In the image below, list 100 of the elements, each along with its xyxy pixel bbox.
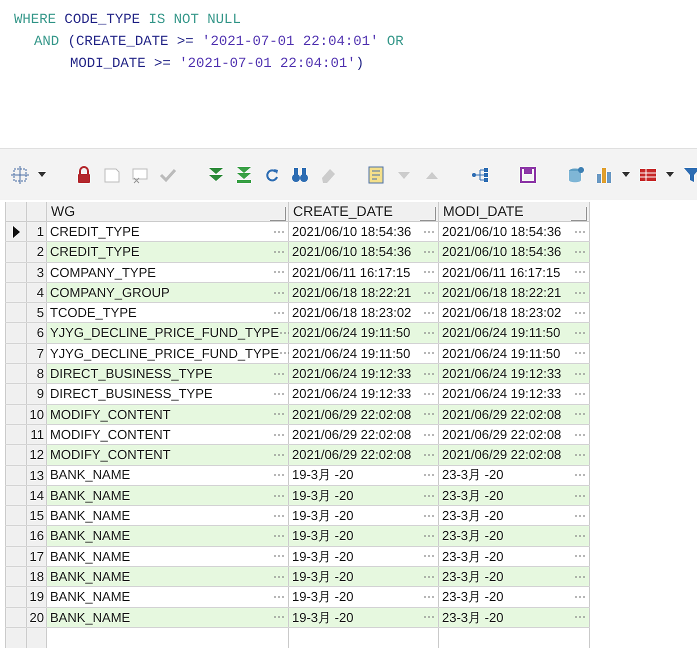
ellipsis-icon[interactable] <box>273 230 285 234</box>
ellipsis-icon[interactable] <box>423 494 435 498</box>
last-record-icon[interactable] <box>234 164 254 184</box>
caret-icon[interactable] <box>666 172 674 177</box>
table-cell-text: 2021/06/24 19:11:50 <box>442 324 560 342</box>
ellipsis-icon[interactable] <box>423 392 435 396</box>
ellipsis-icon[interactable] <box>423 310 435 315</box>
sql-line: WHERE CODE_TYPE IS NOT NULL <box>13 11 241 30</box>
ellipsis-icon[interactable] <box>574 615 586 620</box>
ellipsis-icon[interactable] <box>273 594 285 599</box>
ellipsis-icon[interactable] <box>423 473 435 478</box>
ellipsis-icon[interactable] <box>574 473 586 478</box>
ellipsis-icon[interactable] <box>574 310 586 315</box>
ellipsis-icon[interactable] <box>574 432 586 437</box>
column-header[interactable]: CREATE_DATE <box>293 201 393 222</box>
ellipsis-icon[interactable] <box>423 331 435 336</box>
ellipsis-icon[interactable] <box>273 554 285 558</box>
ellipsis-icon[interactable] <box>423 372 435 376</box>
ellipsis-icon[interactable] <box>574 290 586 295</box>
ellipsis-icon[interactable] <box>273 270 285 274</box>
caret-icon[interactable] <box>38 172 46 177</box>
table-cell-text: 2021/06/29 22:02:08 <box>292 446 412 464</box>
ellipsis-icon[interactable] <box>273 392 285 396</box>
ellipsis-icon[interactable] <box>279 351 292 356</box>
ellipsis-icon[interactable] <box>574 554 586 558</box>
ellipsis-icon[interactable] <box>273 310 285 315</box>
ellipsis-icon[interactable] <box>273 452 285 457</box>
table-cell-text: 2021/06/10 18:54:36 <box>442 243 562 262</box>
ellipsis-icon[interactable] <box>423 290 435 295</box>
save-icon[interactable] <box>518 164 538 184</box>
table-cell-text: BANK_NAME <box>50 588 130 606</box>
ellipsis-icon[interactable] <box>574 412 586 416</box>
ellipsis-icon[interactable] <box>574 331 586 336</box>
form-icon[interactable] <box>366 164 386 184</box>
row-number: 6 <box>27 323 47 343</box>
ellipsis-icon[interactable] <box>574 452 586 457</box>
table-cell-text: 19-3月 -20 <box>292 486 354 505</box>
table-cell-text: 2021/06/29 22:02:08 <box>292 406 412 424</box>
row-number: 2 <box>27 242 47 262</box>
ellipsis-icon[interactable] <box>423 615 435 620</box>
ellipsis-icon[interactable] <box>273 290 285 295</box>
row-number: 1 <box>27 222 47 242</box>
column-header[interactable]: WG <box>51 201 76 222</box>
ellipsis-icon[interactable] <box>273 574 285 579</box>
ellipsis-icon[interactable] <box>574 392 586 396</box>
ellipsis-icon[interactable] <box>273 473 285 478</box>
column-menu-button[interactable] <box>420 206 436 220</box>
ellipsis-icon[interactable] <box>273 432 285 437</box>
ellipsis-icon[interactable] <box>574 494 586 498</box>
ellipsis-icon[interactable] <box>273 514 285 518</box>
ellipsis-icon[interactable] <box>574 594 586 599</box>
ellipsis-icon[interactable] <box>423 270 435 274</box>
ellipsis-icon[interactable] <box>423 351 435 356</box>
table-cell-text: 2021/06/29 22:02:08 <box>442 426 562 444</box>
ellipsis-icon[interactable] <box>273 412 285 416</box>
ellipsis-icon[interactable] <box>574 574 586 579</box>
ellipsis-icon[interactable] <box>423 534 435 538</box>
ellipsis-icon[interactable] <box>574 250 586 254</box>
table-cell-text: 2021/06/24 19:12:33 <box>442 364 562 383</box>
ellipsis-icon[interactable] <box>279 331 292 336</box>
ellipsis-icon[interactable] <box>423 230 435 234</box>
ellipsis-icon[interactable] <box>273 372 285 376</box>
row-number: 3 <box>27 262 47 282</box>
ellipsis-icon[interactable] <box>273 250 285 254</box>
caret-icon[interactable] <box>622 172 630 177</box>
ellipsis-icon[interactable] <box>423 412 435 416</box>
grid-select-icon[interactable] <box>10 164 30 184</box>
ellipsis-icon[interactable] <box>423 452 435 457</box>
ellipsis-icon[interactable] <box>423 574 435 579</box>
ellipsis-icon[interactable] <box>423 250 435 254</box>
ellipsis-icon[interactable] <box>273 534 285 538</box>
ellipsis-icon[interactable] <box>574 534 586 538</box>
table-cell-text: 23-3月 -20 <box>442 548 504 566</box>
column-header[interactable]: MODI_DATE <box>443 201 524 222</box>
table-cell-text: MODIFY_CONTENT <box>50 406 171 424</box>
table-cell-text: 2021/06/11 16:17:15 <box>292 264 410 282</box>
current-row-icon <box>12 226 20 238</box>
table-cell-text: 2021/06/24 19:11:50 <box>292 344 410 363</box>
ellipsis-icon[interactable] <box>423 432 435 437</box>
table-cell-text: 2021/06/24 19:12:33 <box>442 385 562 404</box>
table-cell-text: MODIFY_CONTENT <box>50 426 171 444</box>
ellipsis-icon[interactable] <box>574 230 586 234</box>
table-cell-text: 2021/06/24 19:12:33 <box>292 385 412 404</box>
database-icon[interactable] <box>566 164 586 184</box>
ellipsis-icon[interactable] <box>574 372 586 376</box>
table-cell-text: 19-3月 -20 <box>292 507 354 526</box>
ellipsis-icon[interactable] <box>574 270 586 274</box>
table-cell-text: 2021/06/29 22:02:08 <box>442 446 562 464</box>
table-cell-text: BANK_NAME <box>50 466 130 484</box>
ellipsis-icon[interactable] <box>423 554 435 558</box>
column-menu-button[interactable] <box>571 206 587 220</box>
ellipsis-icon[interactable] <box>423 594 435 599</box>
column-menu-button[interactable] <box>270 206 286 220</box>
ellipsis-icon[interactable] <box>574 514 586 518</box>
ellipsis-icon[interactable] <box>574 351 586 356</box>
ellipsis-icon[interactable] <box>273 615 285 620</box>
ellipsis-icon[interactable] <box>273 494 285 498</box>
row-indicator[interactable] <box>5 222 27 242</box>
sql-line: MODI_DATE >= '2021-07-01 22:04:01') <box>69 55 364 74</box>
ellipsis-icon[interactable] <box>423 514 435 518</box>
